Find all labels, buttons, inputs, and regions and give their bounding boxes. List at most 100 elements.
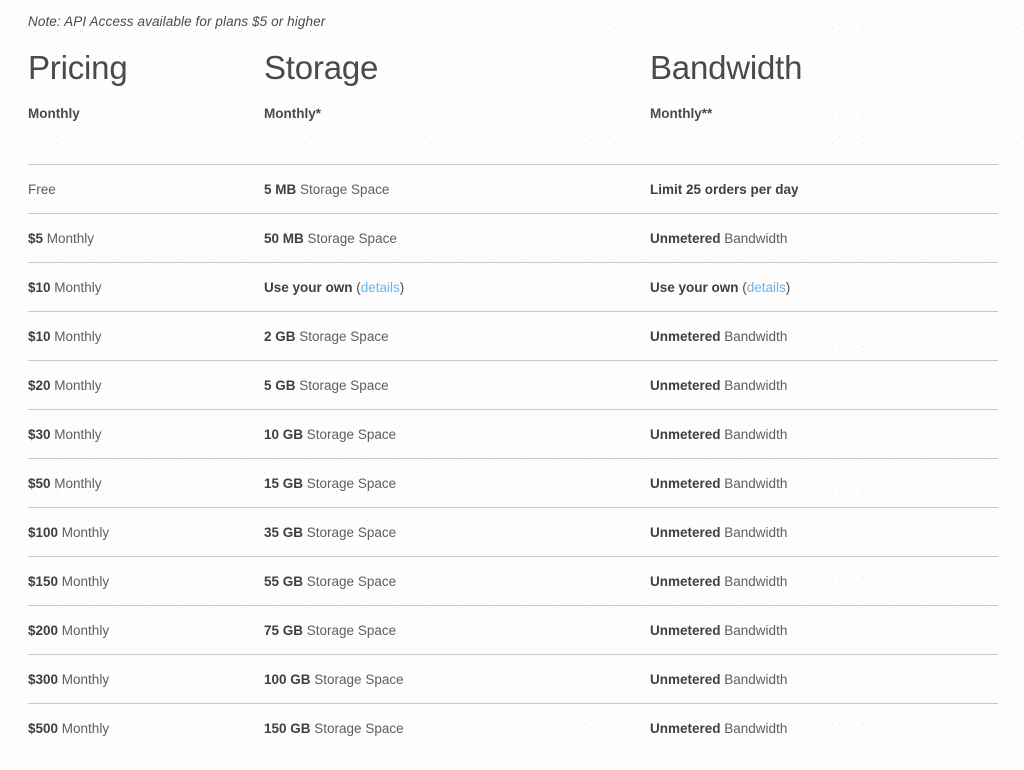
storage-cell-label: Storage Space [296, 182, 389, 197]
bandwidth-cell: Unmetered Bandwidth [650, 377, 787, 395]
pricing-cell: Free [28, 181, 56, 199]
bandwidth-cell-label: Bandwidth [721, 231, 788, 246]
api-access-note: Note: API Access available for plans $5 … [28, 14, 325, 29]
storage-cell-label: Storage Space [311, 721, 404, 736]
table-row: $300 Monthly 100 GB Storage Space Unmetere… [28, 654, 998, 703]
bandwidth-cell-details-link[interactable]: details [747, 280, 786, 295]
column-subheading-storage: Monthly* [264, 105, 321, 123]
table-row: $150 Monthly 55 GB Storage Space Unmetered… [28, 556, 998, 605]
bandwidth-cell-value: Unmetered [650, 329, 721, 344]
pricing-cell-label: Monthly [43, 231, 94, 246]
bandwidth-cell-label: Bandwidth [721, 525, 788, 540]
storage-cell: Use your own (details) [264, 279, 404, 297]
storage-cell-label: Storage Space [296, 329, 389, 344]
bandwidth-cell: Unmetered Bandwidth [650, 230, 787, 248]
storage-cell-details-link[interactable]: details [361, 280, 400, 295]
bandwidth-cell-value: Unmetered [650, 574, 721, 589]
pricing-cell: $300 Monthly [28, 671, 109, 689]
pricing-cell-value: $500 [28, 721, 58, 736]
pricing-cell: $50 Monthly [28, 475, 102, 493]
pricing-cell-label: Monthly [51, 378, 102, 393]
storage-cell-value: 55 GB [264, 574, 303, 589]
storage-cell: 100 GB Storage Space [264, 671, 404, 689]
table-row: $500 Monthly 150 GB Storage Space Unmetere… [28, 703, 998, 752]
storage-cell: 150 GB Storage Space [264, 720, 404, 738]
storage-cell-label: Storage Space [303, 427, 396, 442]
table-row: $200 Monthly75 GB Storage SpaceUnmetered… [28, 605, 998, 654]
bandwidth-cell-label: Bandwidth [721, 427, 788, 442]
storage-cell: 5 MB Storage Space [264, 181, 389, 199]
pricing-cell-label: Monthly [58, 574, 109, 589]
bandwidth-cell-value: Unmetered [650, 721, 721, 736]
bandwidth-cell-label: Bandwidth [721, 574, 788, 589]
pricing-cell-label: Monthly [58, 721, 109, 736]
column-subheading-bandwidth: Monthly** [650, 105, 712, 123]
pricing-cell-value: $30 [28, 427, 51, 442]
storage-cell-value: 15 GB [264, 476, 303, 491]
bandwidth-cell-paren-close: ) [786, 280, 791, 295]
pricing-cell-value: $300 [28, 672, 58, 687]
pricing-page: Note: API Access available for plans $5 … [0, 0, 1024, 770]
pricing-cell-label: Monthly [58, 623, 109, 638]
pricing-cell: $5 Monthly [28, 230, 94, 248]
table-row: Free 5 MB Storage Space Limit 25 orders pe… [28, 164, 998, 213]
pricing-cell-value: $50 [28, 476, 51, 491]
storage-cell-label: Storage Space [303, 476, 396, 491]
storage-cell-value: 100 GB [264, 672, 311, 687]
storage-cell: 50 MB Storage Space [264, 230, 397, 248]
pricing-cell: $10 Monthly [28, 328, 102, 346]
storage-cell: 15 GB Storage Space [264, 475, 396, 493]
bandwidth-cell-label: Bandwidth [721, 329, 788, 344]
storage-cell-label: Storage Space [303, 574, 396, 589]
storage-cell: 10 GB Storage Space [264, 426, 396, 444]
storage-cell-paren-close: ) [400, 280, 405, 295]
bandwidth-cell: Unmetered Bandwidth [650, 671, 787, 689]
storage-cell: 35 GB Storage Space [264, 524, 396, 542]
column-heading-pricing: Pricing [28, 48, 127, 88]
bandwidth-cell: Use your own (details) [650, 279, 790, 297]
bandwidth-cell-label: Bandwidth [721, 378, 788, 393]
pricing-cell: $100 Monthly [28, 524, 109, 542]
storage-cell-label: Storage Space [303, 623, 396, 638]
pricing-cell-label: Monthly [51, 476, 102, 491]
table-row: $20 Monthly5 GB Storage SpaceUnmetered B… [28, 360, 998, 409]
storage-cell-value: 75 GB [264, 623, 303, 638]
table-row: $50 Monthly15 GB Storage SpaceUnmetered … [28, 458, 998, 507]
table-row: $30 Monthly 10 GB Storage Space Unmetered … [28, 409, 998, 458]
storage-cell: 75 GB Storage Space [264, 622, 396, 640]
storage-cell-value: 50 MB [264, 231, 304, 246]
pricing-cell-value: $10 [28, 329, 51, 344]
pricing-cell: $500 Monthly [28, 720, 109, 738]
storage-cell: 2 GB Storage Space [264, 328, 389, 346]
bandwidth-cell-value: Limit 25 orders per day [650, 182, 799, 197]
pricing-cell-label: Monthly [51, 427, 102, 442]
bandwidth-cell-label: Bandwidth [721, 623, 788, 638]
storage-cell-value: 5 MB [264, 182, 296, 197]
storage-cell-value: 150 GB [264, 721, 311, 736]
pricing-cell: $10 Monthly [28, 279, 102, 297]
bandwidth-cell-value: Unmetered [650, 427, 721, 442]
pricing-cell-label: Monthly [58, 525, 109, 540]
table-row: $100 Monthly35 GB Storage SpaceUnmetered… [28, 507, 998, 556]
storage-cell-value: 35 GB [264, 525, 303, 540]
bandwidth-cell: Unmetered Bandwidth [650, 720, 787, 738]
bandwidth-cell: Unmetered Bandwidth [650, 426, 787, 444]
table-row: $10 Monthly 2 GB Storage Space Unmetered B… [28, 311, 998, 360]
storage-cell-label: Storage Space [296, 378, 389, 393]
storage-cell-label: Storage Space [311, 672, 404, 687]
bandwidth-cell: Limit 25 orders per day [650, 181, 799, 199]
pricing-cell-label: Free [28, 182, 56, 197]
pricing-cell-value: $150 [28, 574, 58, 589]
bandwidth-cell-value: Unmetered [650, 231, 721, 246]
pricing-cell-value: $5 [28, 231, 43, 246]
table-row: $5 Monthly 50 MB Storage Space Unmetered B… [28, 213, 998, 262]
pricing-cell: $200 Monthly [28, 622, 109, 640]
pricing-cell-label: Monthly [58, 672, 109, 687]
storage-cell: 5 GB Storage Space [264, 377, 389, 395]
column-subheading-pricing: Monthly [28, 105, 80, 123]
pricing-cell-value: $10 [28, 280, 51, 295]
bandwidth-cell-label: Bandwidth [721, 672, 788, 687]
storage-cell-label: Storage Space [304, 231, 397, 246]
pricing-cell-value: $200 [28, 623, 58, 638]
bandwidth-cell-label: Bandwidth [721, 476, 788, 491]
